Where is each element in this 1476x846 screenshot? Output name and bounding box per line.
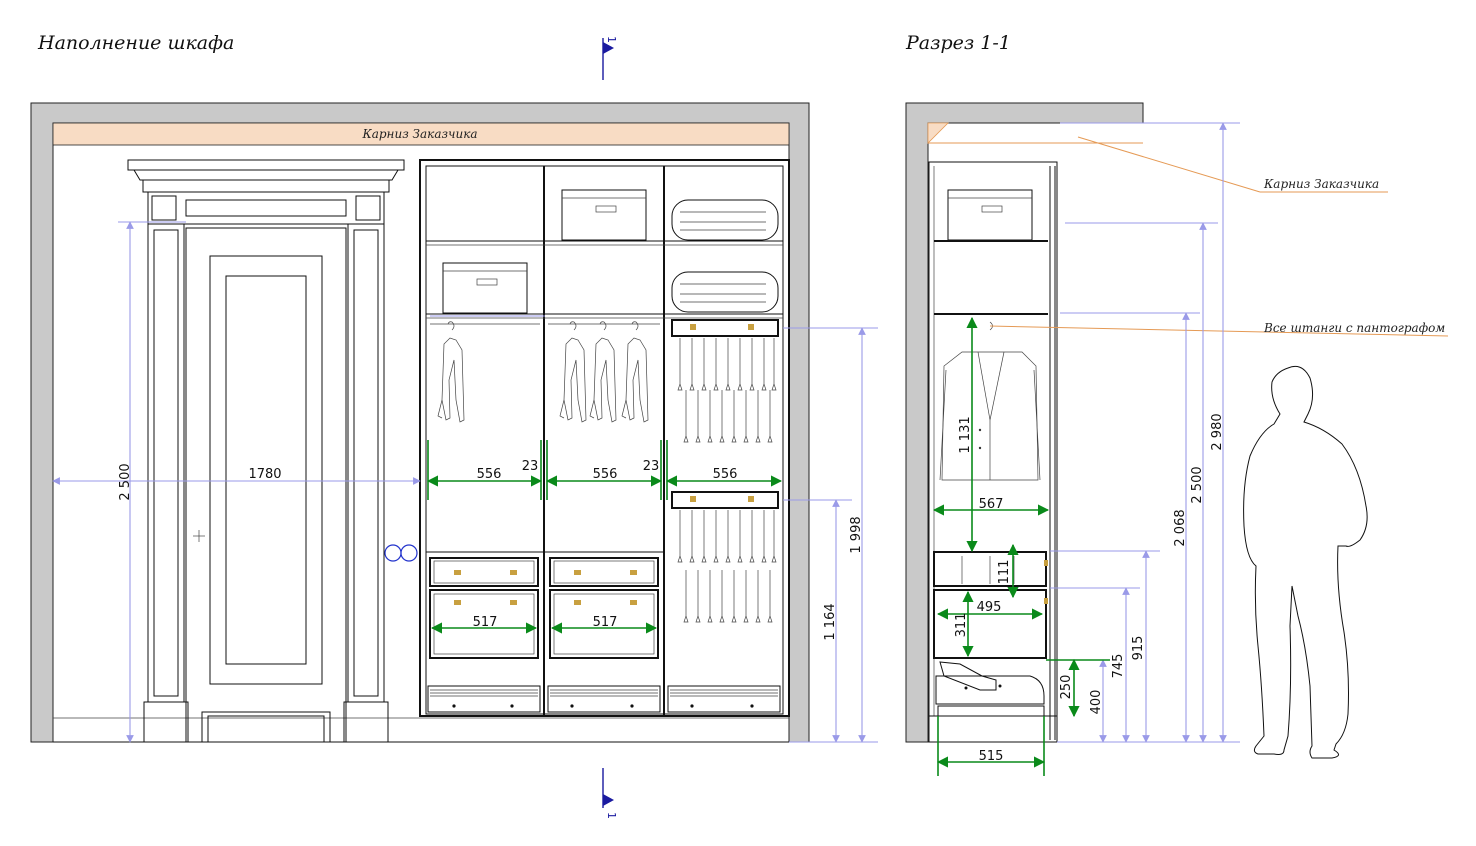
shoe-height-value: 250 xyxy=(1059,675,1074,700)
inner-depth-value: 495 xyxy=(977,600,1002,615)
svg-text:1: 1 xyxy=(605,36,618,43)
section-marker-top: 1 xyxy=(602,36,618,80)
small-drawer-value: 111 xyxy=(997,560,1012,585)
base-depth-value: 515 xyxy=(979,749,1004,764)
wardrobe-drawing: Наполнение шкафа Карниз Заказчика 2 500 … xyxy=(30,32,1449,819)
customer-cornice-section xyxy=(927,122,949,144)
drawer-height-value: 311 xyxy=(954,613,969,638)
trouser-rack-lower xyxy=(671,491,779,623)
section-depth-value: 567 xyxy=(979,497,1004,512)
entrance-door xyxy=(127,159,405,743)
h-2980-value: 2 980 xyxy=(1210,413,1225,450)
gap-1-value: 23 xyxy=(522,459,539,474)
hang-height-value: 1 131 xyxy=(958,416,973,453)
bay-1-value: 556 xyxy=(477,467,502,482)
svg-text:1: 1 xyxy=(605,812,618,819)
drawer-2-value: 517 xyxy=(593,615,618,630)
base-height-value: 400 xyxy=(1089,690,1104,715)
rail-height-value: 1 998 xyxy=(849,516,864,553)
section-marker-bottom: 1 xyxy=(602,768,618,819)
wardrobe-section-body xyxy=(928,161,1058,743)
trouser-rack-upper xyxy=(671,319,779,443)
drawer-1-value: 517 xyxy=(473,615,498,630)
human-silhouette xyxy=(1243,365,1368,759)
cornice-side-label: Карниз Заказчика xyxy=(1263,177,1379,191)
h-2500-value: 2 500 xyxy=(1190,466,1205,503)
door-width-value: 1780 xyxy=(248,467,281,482)
door-height-value: 2 500 xyxy=(118,463,133,500)
folded-towels xyxy=(671,199,779,313)
storage-box-upper xyxy=(561,189,647,241)
hanging-clothes-middle xyxy=(559,321,649,423)
h-2068-value: 2 068 xyxy=(1173,509,1188,546)
elevation-title: Наполнение шкафа xyxy=(37,32,234,54)
hanging-clothes-left xyxy=(437,321,465,423)
bay-3-value: 556 xyxy=(713,467,738,482)
drawer-block-left xyxy=(426,551,544,659)
section-view: Разрез 1-1 Карниз Заказчика Все штанги с… xyxy=(905,32,1449,776)
elevation-view: Наполнение шкафа Карниз Заказчика 2 500 … xyxy=(30,32,878,819)
shoe-rack xyxy=(935,661,1045,717)
drawer-block-middle xyxy=(544,551,664,659)
bay-2-value: 556 xyxy=(593,467,618,482)
section-title: Разрез 1-1 xyxy=(905,32,1011,54)
room-wall-section xyxy=(905,102,1144,743)
link-symbol-icon xyxy=(384,544,418,562)
rails-label: Все штанги с пантографом xyxy=(1263,321,1445,335)
gap-2-value: 23 xyxy=(643,459,660,474)
cornice-leader xyxy=(1077,136,1261,193)
cornice-front-label: Карниз Заказчика xyxy=(361,127,477,141)
plinth-drawers xyxy=(427,685,781,713)
jacket-front-view xyxy=(939,321,1041,481)
wardrobe-front xyxy=(419,159,790,717)
storage-box-lower xyxy=(442,262,528,314)
shelf-915-value: 915 xyxy=(1131,636,1146,661)
lower-rail-value: 1 164 xyxy=(823,603,838,640)
shelf-745-value: 745 xyxy=(1111,654,1126,679)
